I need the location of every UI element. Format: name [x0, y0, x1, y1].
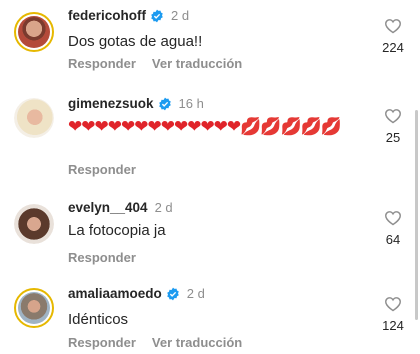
username[interactable]: gimenezsuok — [68, 96, 154, 111]
scrollbar[interactable] — [415, 110, 418, 320]
heart-outline-icon — [385, 19, 401, 34]
comment-text: La fotocopia ja — [68, 222, 166, 239]
comment-item: evelyn__404 2 d La fotocopia ja Responde… — [0, 192, 420, 272]
comment-item: federicohoff 2 d Dos gotas de agua!! Res… — [0, 0, 420, 80]
verified-badge-icon — [158, 97, 171, 110]
translate-button[interactable]: Ver traducción — [152, 335, 242, 350]
reply-button[interactable]: Responder — [68, 56, 136, 71]
avatar[interactable] — [14, 288, 54, 328]
heart-outline-icon — [385, 109, 401, 124]
emoji-hearts: ❤❤❤❤❤❤❤❤❤❤❤❤❤💋💋💋💋💋 — [68, 117, 342, 136]
comment-actions: Responder Ver traducción — [68, 56, 242, 71]
comment-time: 16 h — [178, 96, 204, 111]
comment-item: gimenezsuok 16 h ❤❤❤❤❤❤❤❤❤❤❤❤❤💋💋💋💋💋 Resp… — [0, 86, 420, 186]
verified-badge-icon — [167, 287, 179, 300]
avatar-image — [18, 292, 50, 324]
avatar-image — [14, 98, 54, 138]
comment-header: gimenezsuok 16 h — [68, 96, 204, 111]
like-count: 224 — [382, 40, 404, 55]
comment-text: ❤❤❤❤❤❤❤❤❤❤❤❤❤💋💋💋💋💋 — [68, 116, 368, 138]
translate-button[interactable]: Ver traducción — [152, 56, 242, 71]
reply-button[interactable]: Responder — [68, 162, 136, 177]
comment-text: Idénticos — [68, 311, 129, 328]
comment-actions: Responder — [68, 250, 136, 265]
avatar-image — [14, 204, 54, 244]
like-button[interactable]: 25 — [378, 108, 408, 145]
reply-button[interactable]: Responder — [68, 335, 136, 350]
like-count: 124 — [382, 318, 404, 333]
avatar[interactable] — [14, 204, 54, 244]
like-button[interactable]: 124 — [378, 296, 408, 333]
avatar[interactable] — [14, 98, 54, 138]
like-count: 64 — [385, 232, 401, 247]
comment-header: amaliaamoedo 2 d — [68, 286, 205, 301]
comment-time: 2 d — [154, 200, 173, 215]
comment-time: 2 d — [186, 286, 205, 301]
username[interactable]: amaliaamoedo — [68, 286, 162, 301]
comment-header: evelyn__404 2 d — [68, 200, 173, 215]
heart-outline-icon — [385, 211, 401, 226]
comment-header: federicohoff 2 d — [68, 8, 189, 23]
comment-item: amaliaamoedo 2 d Idénticos Responder Ver… — [0, 278, 420, 354]
comment-actions: Responder — [68, 162, 136, 177]
avatar-image — [18, 16, 50, 48]
heart-outline-icon — [385, 297, 401, 312]
like-button[interactable]: 64 — [378, 210, 408, 247]
like-count: 25 — [385, 130, 401, 145]
reply-button[interactable]: Responder — [68, 250, 136, 265]
comment-text: Dos gotas de agua!! — [68, 33, 203, 50]
username[interactable]: federicohoff — [68, 8, 146, 23]
username[interactable]: evelyn__404 — [68, 200, 148, 215]
comment-time: 2 d — [171, 8, 190, 23]
verified-badge-icon — [151, 9, 163, 22]
like-button[interactable]: 224 — [378, 18, 408, 55]
avatar[interactable] — [14, 12, 54, 52]
comment-actions: Responder Ver traducción — [68, 335, 242, 350]
